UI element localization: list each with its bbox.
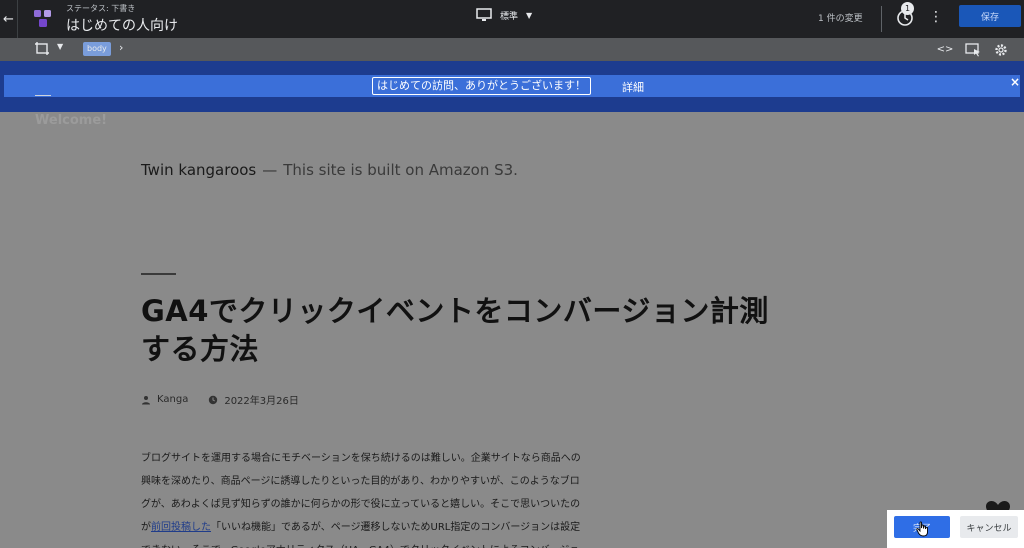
paragraph-line: グが、あわよくば見ず知らずの誰かに何らかの形で役に立っていると嬉しい。そこで思い… [141,499,581,510]
article-meta: Kanga 2022年3月26日 [141,392,299,407]
welcome-text: Welcome! [35,113,108,128]
arrow-left-icon: ← [3,11,14,27]
divider [881,6,882,32]
previous-post-link[interactable]: 前回投稿した [151,522,211,533]
article-title-line: GA4でクリックイベントをコンバージョン計測 [141,294,769,328]
person-icon [142,395,150,404]
device-selector[interactable]: 標準 ▼ [476,8,532,22]
history-badge: 1 [901,2,914,15]
experience-title: はじめての人向け [66,18,178,34]
article-title: GA4でクリックイベントをコンバージョン計測 する方法 [141,292,881,368]
paragraph-line: ブログサイトを運用する場合にモチベーションを保ち続けるのは難しい。企業サイトなら… [141,453,581,464]
more-vert-icon[interactable]: ⋮ [929,10,943,24]
cancel-button[interactable]: キャンセル [960,516,1018,538]
top-app-bar: ← ステータス: 下書き はじめての人向け 標準 ▼ 1 件の変更 1 ⋮ 保存 [0,0,1024,38]
editor-toolbar: ▼ body › <> [0,38,1024,61]
save-button[interactable]: 保存 [959,5,1021,27]
monitor-icon [476,8,492,21]
site-separator: — [262,161,278,179]
post-date[interactable]: 2022年3月26日 [224,392,299,407]
banner-details-link[interactable]: 詳細 [622,79,644,95]
device-label: 標準 [500,11,519,22]
site-name[interactable]: Twin kangaroos [141,161,256,179]
banner-message[interactable]: はじめての訪問、ありがとうございます！ [372,77,591,95]
title-rule [141,273,176,275]
gear-icon[interactable] [992,41,1010,58]
paragraph-line: できない。そこで、Googleアナリティクス（UA・GA4）でクリックイベントに… [141,539,641,548]
site-tagline: This site is built on Amazon S3. [283,161,518,179]
code-icon[interactable]: <> [936,41,954,58]
paragraph-line: が前回投稿した「いいね機能」であるが、ページ遷移しないためURL指定のコンバージ… [141,516,641,539]
paragraph-text: 「いいね機能」であるが、ページ遷移しないためURL指定のコンバージョンは設定 [211,522,581,533]
chevron-down-icon[interactable]: ▼ [57,42,63,51]
clock-icon [209,395,218,404]
back-button[interactable]: ← [0,0,18,38]
chevron-down-icon: ▼ [526,10,533,20]
select-element-icon[interactable] [964,41,982,58]
changes-count[interactable]: 1 件の変更 [818,11,863,24]
close-icon[interactable]: × [1010,75,1020,89]
paragraph-text: が [141,522,151,533]
paragraph-line: 興味を深めたり、商品ページに誘導したりといった目的があり、わかりやすいが、このよ… [141,476,580,487]
author-link[interactable]: Kanga [157,394,188,405]
draft-status: ステータス: 下書き [66,4,136,13]
optimize-logo-icon [34,10,51,27]
article-title-line: する方法 [141,332,260,366]
article-body: ブログサイトを運用する場合にモチベーションを保ち続けるのは難しい。企業サイトなら… [141,447,641,548]
banner-divider [35,95,51,96]
chevron-right-icon[interactable]: › [119,41,123,54]
element-breadcrumb-chip[interactable]: body [83,42,111,56]
crop-icon[interactable] [34,42,50,56]
site-header: Twin kangaroos — This site is built on Ama… [141,161,518,179]
hand-cursor-icon [916,521,928,537]
welcome-banner: はじめての訪問、ありがとうございます！ 詳細 × [0,61,1024,112]
